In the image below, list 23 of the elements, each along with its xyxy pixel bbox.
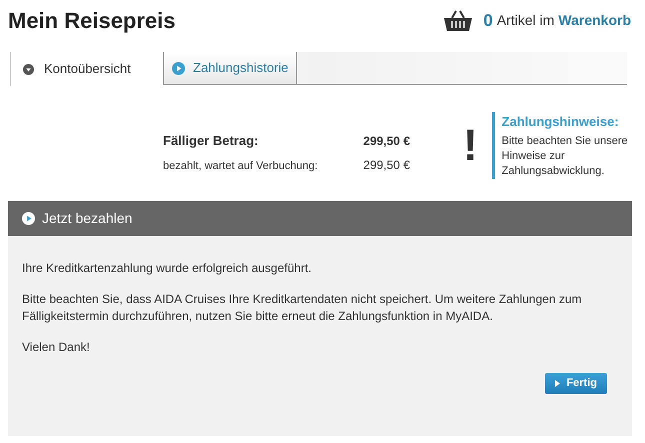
cart-count: 0	[483, 10, 493, 32]
summary-label: Fälliger Betrag:	[163, 132, 258, 150]
panel-title: Jetzt bezahlen	[42, 208, 132, 228]
play-icon	[172, 62, 185, 74]
caret-down-icon	[23, 64, 34, 74]
exclamation-mark: !	[463, 124, 478, 168]
page-title: Mein Reisepreis	[8, 7, 176, 35]
tab[interactable]: Kontoübersicht	[10, 52, 163, 86]
message-text: Ihre Kreditkartenzahlung wurde erfolgreich ausgeführt.	[22, 260, 312, 276]
basket-icon	[443, 10, 474, 32]
cart-label: Artikel im	[496, 11, 554, 30]
tab[interactable]: Zahlungshistorie	[163, 52, 298, 84]
summary-value: 299,50 €	[363, 156, 410, 174]
message-text: Bitte beachten Sie, dass AIDA Cruises Ihre Kreditkartendaten nicht speichert. Um weitere Zahlungen zum Fälligkeitstermin durchzuführen, nutzen Sie bitte erneut die Zahlungsfunktion in MyAIDA.	[22, 290, 583, 324]
summary-value: 299,50 €	[363, 133, 410, 150]
message-text: Vielen Dank!	[22, 338, 91, 356]
done-button[interactable]: Fertig	[545, 372, 607, 394]
cart-link[interactable]: Warenkorb	[558, 10, 631, 31]
notice-title: Zahlungshinweise:	[502, 113, 620, 131]
play-icon	[22, 212, 35, 224]
notice-text: Bitte beachten Sie unsere Hinweise zur Zahlungsabwicklung.	[502, 134, 629, 178]
summary-label: bezahlt, wartet auf Verbuchung:	[163, 158, 318, 174]
caret-right-icon	[555, 380, 560, 386]
